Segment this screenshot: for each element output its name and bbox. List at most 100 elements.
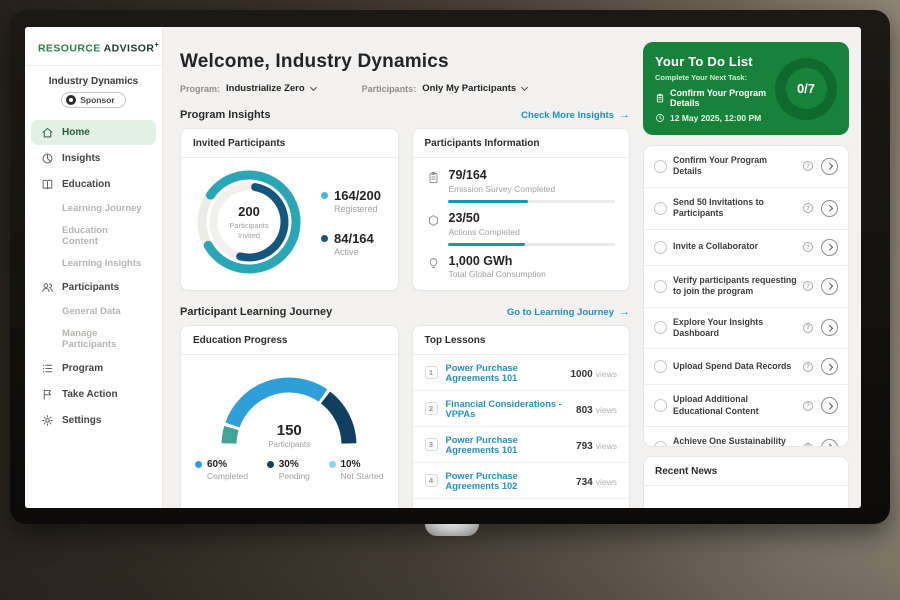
chevron-down-icon xyxy=(310,83,317,90)
info-icon[interactable] xyxy=(803,362,813,372)
program-icon xyxy=(41,362,54,375)
progress-bar xyxy=(448,200,616,203)
insights-icon xyxy=(41,152,54,165)
todo-title: Your To Do List xyxy=(655,54,769,69)
todo-summary-card: Your To Do List Complete Your Next Task:… xyxy=(643,42,849,135)
lesson-link[interactable]: Financial Considerations - VPPAs xyxy=(446,399,569,419)
info-value: 23/50 xyxy=(449,212,520,226)
participants-information-card: Participants Information 79/164 Emission… xyxy=(412,128,631,291)
todo-item-go-button[interactable] xyxy=(821,239,838,256)
program-insights-heading: Program Insights xyxy=(180,109,270,121)
brand-secondary: ADVISOR xyxy=(104,43,155,55)
sidebar-item-home[interactable]: Home xyxy=(31,120,156,145)
sidebar-item-label: Home xyxy=(62,127,90,138)
lesson-link[interactable]: Power Purchase Agreements 103 xyxy=(446,507,569,509)
todo-subtitle: Complete Your Next Task: xyxy=(655,73,769,82)
todo-progress-count: 0/7 xyxy=(786,68,827,109)
todo-item-go-button[interactable] xyxy=(821,358,838,375)
lesson-row: 5 Power Purchase Agreements 103 600views xyxy=(413,499,630,508)
sidebar-item-label: Education xyxy=(62,179,110,190)
todo-item-go-button[interactable] xyxy=(821,319,838,336)
chevron-right-icon xyxy=(826,283,832,289)
sidebar-item-label: Manage Participants xyxy=(62,328,146,350)
todo-checkbox[interactable] xyxy=(654,202,667,215)
learning-cards-row: Education Progress 150 Participants 60% … xyxy=(180,325,630,508)
sidebar-item-participants[interactable]: Participants xyxy=(31,275,156,300)
info-icon[interactable] xyxy=(803,242,813,252)
chevron-right-icon xyxy=(826,205,832,211)
chevron-right-icon xyxy=(826,325,832,331)
progress-bar-fill xyxy=(448,200,528,203)
info-icon[interactable] xyxy=(803,323,813,333)
info-icon[interactable] xyxy=(803,203,813,213)
arrow-right-icon xyxy=(619,306,630,318)
sidebar-item-program[interactable]: Program xyxy=(31,356,156,381)
info-value: 1,000 GWh xyxy=(449,255,546,269)
info-row-actions-completed: 23/50 Actions Completed xyxy=(427,212,616,246)
go-to-learning-journey-link[interactable]: Go to Learning Journey xyxy=(507,306,630,318)
sidebar-item-education[interactable]: Education xyxy=(31,172,156,197)
sidebar-item-label: Learning Insights xyxy=(62,258,141,269)
lesson-link[interactable]: Power Purchase Agreements 101 xyxy=(446,435,569,455)
todo-checkbox[interactable] xyxy=(654,360,667,373)
info-icon[interactable] xyxy=(803,281,813,291)
home-icon xyxy=(41,126,54,139)
invited-participants-body: 200 Participants Invited 164/200 Registe… xyxy=(181,158,398,290)
participants-information-title: Participants Information xyxy=(413,129,630,158)
legend-value: 10% xyxy=(341,459,384,470)
sidebar-item-learning-insights[interactable]: Learning Insights xyxy=(31,253,156,274)
program-dropdown-value: Industrialize Zero xyxy=(226,83,305,94)
info-icon[interactable] xyxy=(803,443,813,447)
sidebar-item-insights[interactable]: Insights xyxy=(31,146,156,171)
gauge-center: 150 Participants xyxy=(209,422,369,449)
participants-dropdown[interactable]: Only My Participants xyxy=(422,83,527,94)
bulb-icon xyxy=(427,257,441,280)
todo-checkbox[interactable] xyxy=(654,399,667,412)
todo-item-label: Upload Additional Educational Content xyxy=(673,394,797,417)
todo-checkbox[interactable] xyxy=(654,280,667,293)
info-row-emission-survey-completed: 79/164 Emission Survey Completed xyxy=(427,169,616,203)
lesson-link[interactable]: Power Purchase Agreements 102 xyxy=(446,471,569,491)
sidebar-item-settings[interactable]: Settings xyxy=(31,408,156,433)
brand-primary: RESOURCE xyxy=(38,43,101,55)
todo-checkbox[interactable] xyxy=(654,241,667,254)
todo-next-task-row: Confirm Your Program Details xyxy=(655,88,769,108)
invited-participants-donut: 200 Participants Invited xyxy=(191,164,307,280)
gauge-legend-item-pending: 30% Pending xyxy=(267,459,310,481)
todo-summary-text: Your To Do List Complete Your Next Task:… xyxy=(655,54,769,123)
todo-item-label: Achieve One Sustainability Target xyxy=(673,436,797,447)
sidebar-item-education-content[interactable]: Education Content xyxy=(31,220,156,252)
program-dropdown[interactable]: Industrialize Zero xyxy=(226,83,316,94)
lesson-views-label: views xyxy=(596,369,617,379)
survey-icon xyxy=(427,171,441,194)
info-icon[interactable] xyxy=(803,161,813,171)
todo-checkbox[interactable] xyxy=(654,321,667,334)
brand-plus: + xyxy=(154,40,159,49)
sidebar-item-take-action[interactable]: Take Action xyxy=(31,382,156,407)
todo-datetime-row: 12 May 2025, 12:00 PM xyxy=(655,113,769,123)
info-icon[interactable] xyxy=(803,401,813,411)
lesson-link[interactable]: Power Purchase Agreements 101 xyxy=(446,363,563,383)
todo-checkbox[interactable] xyxy=(654,160,667,173)
actions-icon xyxy=(427,214,441,237)
gauge-legend-item-completed: 60% Completed xyxy=(195,459,248,481)
sidebar-item-manage-participants[interactable]: Manage Participants xyxy=(31,323,156,355)
check-more-insights-link[interactable]: Check More Insights xyxy=(521,109,630,121)
todo-item-go-button[interactable] xyxy=(821,439,838,447)
lesson-rank: 2 xyxy=(425,402,438,415)
todo-item-go-button[interactable] xyxy=(821,397,838,414)
todo-item-go-button[interactable] xyxy=(821,278,838,295)
education-progress-card: Education Progress 150 Participants 60% … xyxy=(180,325,399,508)
progress-bar xyxy=(448,243,616,246)
todo-item-go-button[interactable] xyxy=(821,158,838,175)
sidebar-item-general-data[interactable]: General Data xyxy=(31,301,156,322)
todo-checkbox[interactable] xyxy=(654,441,667,447)
sidebar-item-label: Program xyxy=(62,363,103,374)
todo-item-label: Upload Spend Data Records xyxy=(673,361,797,372)
todo-progress-ring: 0/7 xyxy=(775,58,837,120)
sidebar-item-learning-journey[interactable]: Learning Journey xyxy=(31,198,156,219)
chevron-right-icon xyxy=(826,444,832,447)
chevron-right-icon xyxy=(826,244,832,250)
todo-item-go-button[interactable] xyxy=(821,200,838,217)
donut-legend: 164/200 Registered 84/164 Active xyxy=(321,188,381,257)
